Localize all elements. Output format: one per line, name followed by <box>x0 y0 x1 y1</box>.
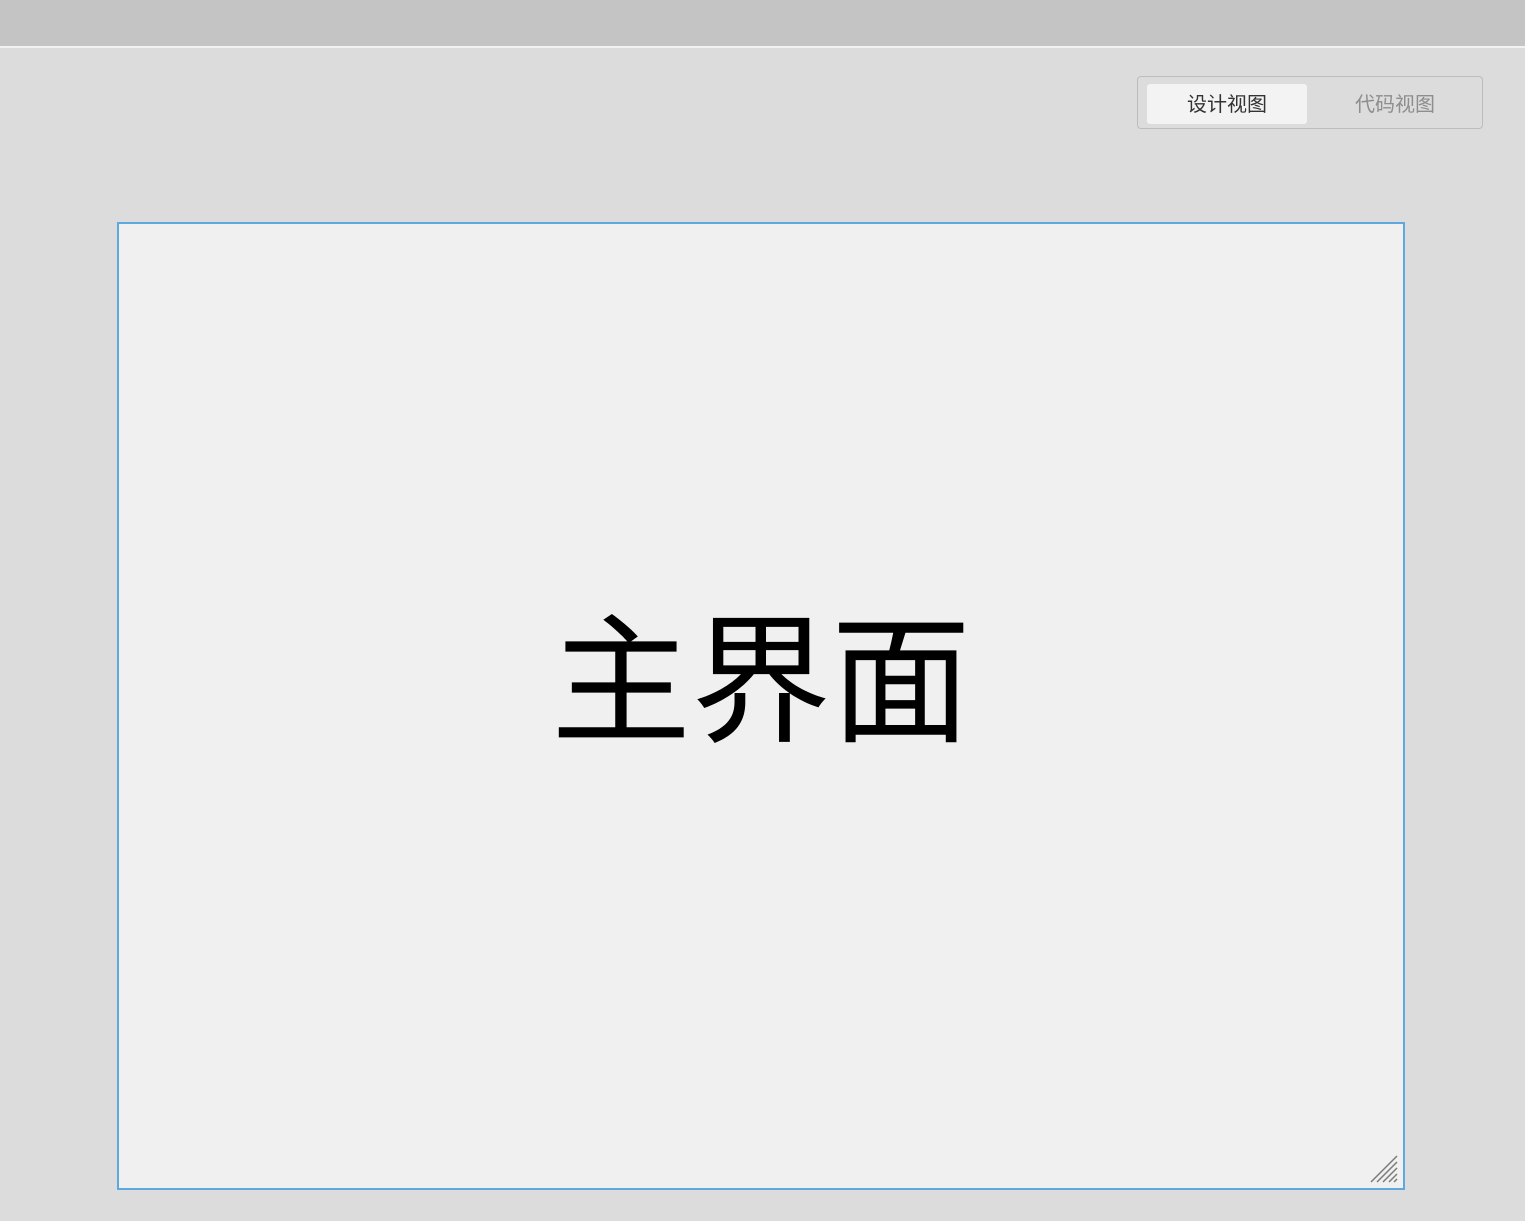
design-view-button[interactable]: 设计视图 <box>1147 84 1307 124</box>
resize-grip-icon-graphic <box>1370 1155 1398 1183</box>
resize-grip-icon[interactable] <box>1369 1154 1399 1184</box>
canvas-title: 主界面 <box>550 602 971 765</box>
view-toggle: 设计视图 代码视图 <box>1137 76 1483 129</box>
code-view-button[interactable]: 代码视图 <box>1315 84 1475 124</box>
design-canvas[interactable]: 主界面 <box>117 222 1405 1190</box>
top-bar <box>0 0 1525 48</box>
